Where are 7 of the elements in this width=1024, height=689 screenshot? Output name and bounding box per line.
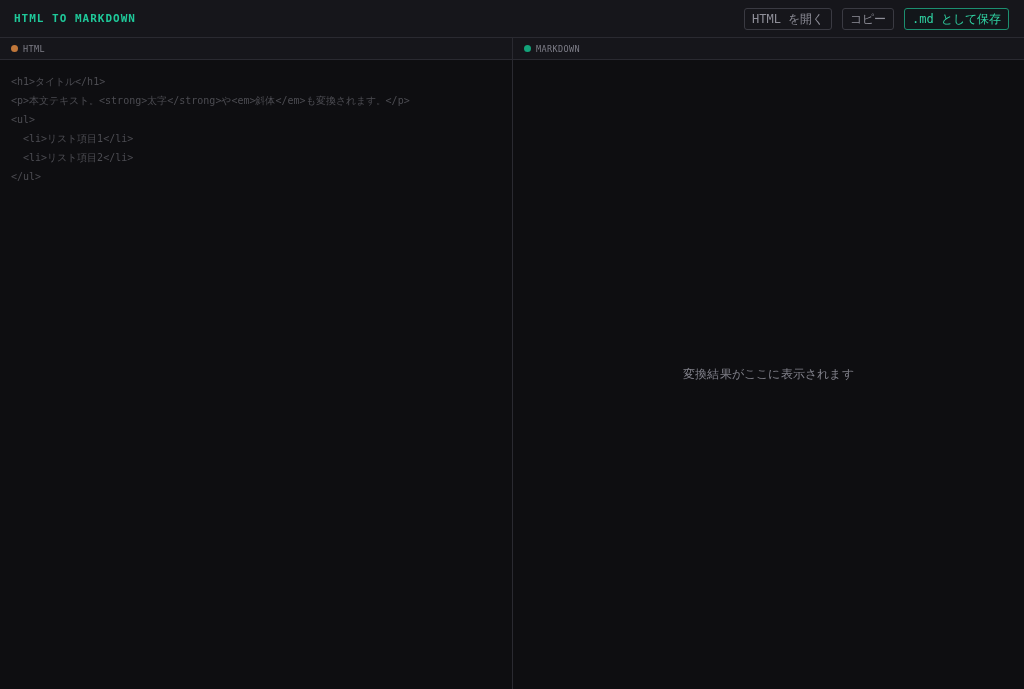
- empty-state-message: 変換結果がここに表示されます: [683, 366, 854, 383]
- pane-label: HTML: [23, 43, 46, 54]
- app-title: HTML TO MARKDOWN: [14, 12, 136, 25]
- toolbar-button[interactable]: コピー: [842, 7, 895, 30]
- pane-label: MARKDOWN: [536, 43, 581, 54]
- toolbar-button[interactable]: HTML を開く: [743, 7, 833, 30]
- save-button[interactable]: .md として保存: [904, 7, 1009, 30]
